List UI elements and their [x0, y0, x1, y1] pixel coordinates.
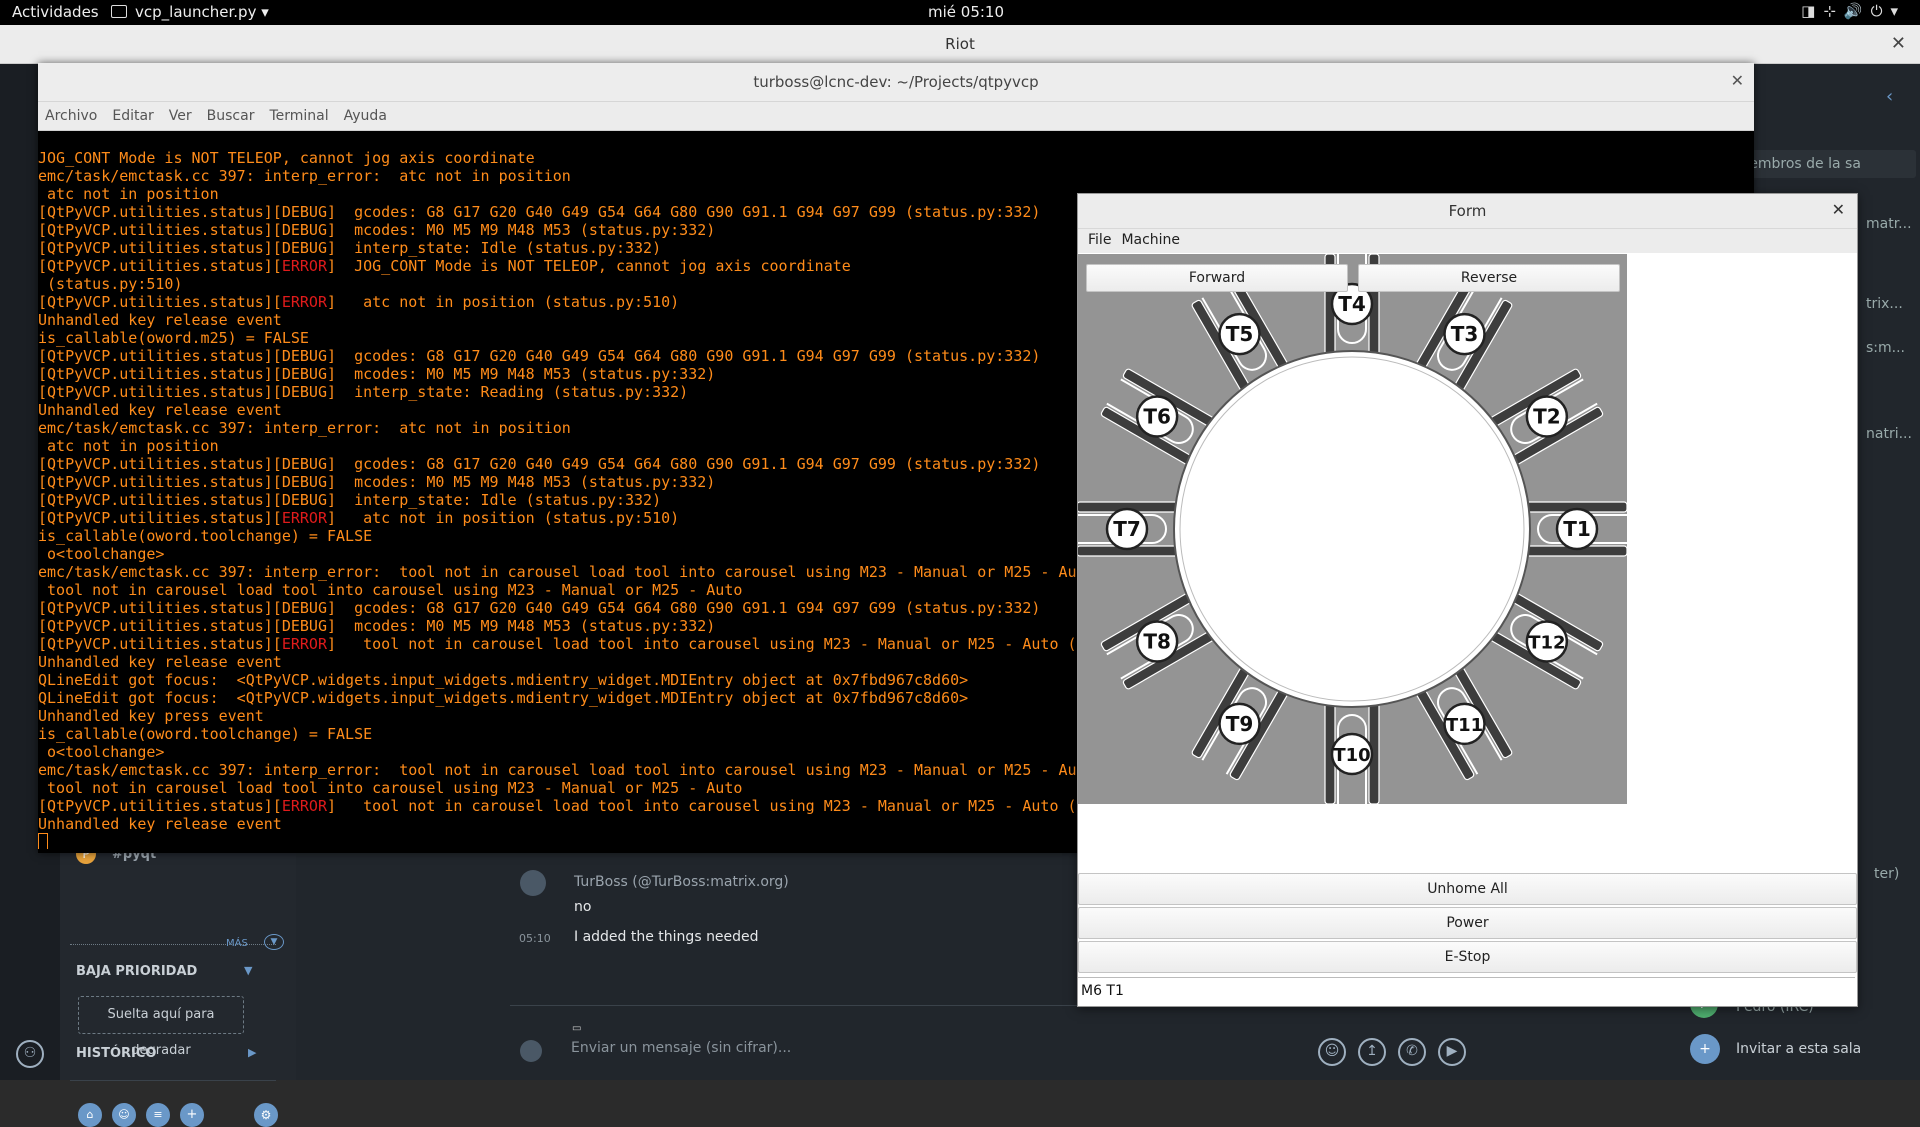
- form-titlebar: Form ✕: [1078, 194, 1857, 229]
- menu-editar[interactable]: Editar: [112, 108, 153, 124]
- system-tray[interactable]: ◨⊹🔊⏻▾: [1801, 2, 1906, 20]
- close-icon[interactable]: ✕: [1832, 200, 1845, 219]
- tool-carousel[interactable]: T1 T2 T3 T4 T5 T6 T7 T8 T9 T10 T11 T12: [1076, 253, 1628, 805]
- low-priority-header[interactable]: BAJA PRIORIDAD: [76, 964, 197, 979]
- chevron-down-icon[interactable]: ▼: [244, 964, 252, 977]
- terminal-menubar: Archivo Editar Ver Buscar Terminal Ayuda: [38, 102, 1754, 131]
- tool-label: T2: [1533, 405, 1561, 429]
- message-timestamp: 05:10: [519, 932, 551, 945]
- app-menu[interactable]: vcp_launcher.py ▾: [111, 3, 269, 21]
- carousel-panel: T1 T2 T3 T4 T5 T6 T7 T8 T9 T10 T11 T12: [1076, 253, 1628, 805]
- terminal-title: turboss@lcnc-dev: ~/Projects/qtpyvcp: [753, 73, 1039, 91]
- list-icon[interactable]: ≡: [146, 1103, 170, 1127]
- terminal-line: emc/task/emctask.cc 397: interp_error: a…: [38, 167, 571, 185]
- upload-icon[interactable]: ↥: [1358, 1038, 1386, 1066]
- tool-label: T1: [1563, 517, 1591, 541]
- chevron-down-icon[interactable]: ▼: [264, 934, 284, 950]
- video-icon[interactable]: ▶: [1438, 1038, 1466, 1066]
- unhome-all-button[interactable]: Unhome All: [1078, 873, 1857, 905]
- message-sender[interactable]: TurBoss (@TurBoss:matrix.org): [574, 874, 789, 890]
- riot-titlebar: Riot ✕: [0, 25, 1920, 64]
- message-text: I added the things needed: [574, 929, 759, 945]
- form-window[interactable]: Form ✕ File Machine T1 T2 T3 T4 T5 T6 T7 T8 T9 T10…: [1076, 193, 1858, 1007]
- member-fragment[interactable]: s:m...: [1866, 340, 1905, 356]
- communities-icon[interactable]: ⚇: [16, 1040, 44, 1068]
- estop-button[interactable]: E-Stop: [1078, 941, 1857, 973]
- chevron-left-icon[interactable]: ‹: [1886, 86, 1893, 107]
- menu-machine[interactable]: Machine: [1121, 232, 1180, 248]
- clock[interactable]: mié 05:10: [928, 3, 1004, 21]
- carousel-hub: [1173, 350, 1531, 708]
- drop-zone[interactable]: Suelta aquí para degradar: [78, 996, 244, 1058]
- member-fragment[interactable]: natri...: [1866, 426, 1912, 442]
- close-icon[interactable]: ✕: [1891, 33, 1906, 54]
- activities-button[interactable]: Actividades: [12, 3, 99, 21]
- tool-label: T12: [1528, 633, 1565, 654]
- tool-label: T11: [1446, 715, 1483, 736]
- phone-icon[interactable]: ✆: [1398, 1038, 1426, 1066]
- member-fragment[interactable]: ter): [1874, 866, 1899, 882]
- tool-label: T4: [1338, 292, 1366, 316]
- avatar[interactable]: [520, 870, 546, 896]
- gnome-top-bar: Actividades vcp_launcher.py ▾ mié 05:10 …: [0, 0, 1920, 25]
- tool-label: T8: [1143, 630, 1171, 654]
- app-name: vcp_launcher.py: [135, 3, 257, 21]
- menu-ayuda[interactable]: Ayuda: [344, 108, 387, 124]
- terminal-line: JOG_CONT Mode is NOT TELEOP, cannot jog …: [38, 149, 535, 167]
- riot-window-title: Riot: [945, 35, 975, 53]
- mdi-entry[interactable]: M6 T1: [1078, 977, 1855, 1004]
- screen-icon[interactable]: ◨: [1801, 2, 1823, 20]
- history-header[interactable]: HISTÓRICO: [76, 1046, 156, 1061]
- invite-link[interactable]: Invitar a esta sala: [1736, 1041, 1861, 1057]
- invite-icon[interactable]: +: [1690, 1034, 1720, 1064]
- terminal-cursor: [38, 833, 48, 849]
- reverse-button[interactable]: Reverse: [1358, 264, 1620, 292]
- menu-ver[interactable]: Ver: [169, 108, 192, 124]
- more-link[interactable]: MÁS: [226, 938, 248, 949]
- tool-label: T10: [1333, 745, 1370, 766]
- people-icon[interactable]: ☺: [112, 1103, 136, 1127]
- tool-label: T9: [1226, 712, 1254, 736]
- forward-button[interactable]: Forward: [1086, 264, 1348, 292]
- avatar: [520, 1040, 542, 1062]
- message-text: no: [574, 899, 592, 915]
- message-composer[interactable]: Enviar un mensaje (sin cifrar)...: [571, 1040, 791, 1056]
- plus-icon[interactable]: +: [180, 1103, 204, 1127]
- volume-icon[interactable]: 🔊: [1844, 2, 1871, 20]
- form-title: Form: [1448, 202, 1487, 220]
- member-fragment[interactable]: trix...: [1866, 296, 1903, 312]
- close-icon[interactable]: ✕: [1731, 71, 1744, 90]
- chevron-right-icon[interactable]: ▶: [248, 1046, 256, 1059]
- menu-terminal[interactable]: Terminal: [269, 108, 328, 124]
- network-icon[interactable]: ⊹: [1823, 2, 1844, 20]
- terminal-titlebar: turboss@lcnc-dev: ~/Projects/qtpyvcp ✕: [38, 63, 1754, 102]
- form-menubar: File Machine: [1078, 229, 1857, 253]
- emoji-icon[interactable]: ☺: [1318, 1038, 1346, 1066]
- member-fragment[interactable]: matr...: [1866, 216, 1912, 232]
- tool-label: T6: [1143, 405, 1171, 429]
- gear-icon[interactable]: ⚙: [254, 1103, 278, 1127]
- chevron-down-icon[interactable]: ▾: [1890, 2, 1906, 20]
- menu-buscar[interactable]: Buscar: [207, 108, 255, 124]
- markdown-icon[interactable]: ▭: [572, 1023, 581, 1034]
- tool-label: T7: [1113, 517, 1141, 541]
- menu-file[interactable]: File: [1088, 232, 1111, 248]
- tool-label: T5: [1226, 322, 1254, 346]
- divider: [70, 1080, 276, 1081]
- home-icon[interactable]: ⌂: [78, 1103, 102, 1127]
- power-button[interactable]: Power: [1078, 907, 1857, 939]
- window-icon: [111, 5, 127, 18]
- tool-label: T3: [1451, 322, 1479, 346]
- power-icon[interactable]: ⏻: [1871, 2, 1891, 20]
- menu-archivo[interactable]: Archivo: [45, 108, 97, 124]
